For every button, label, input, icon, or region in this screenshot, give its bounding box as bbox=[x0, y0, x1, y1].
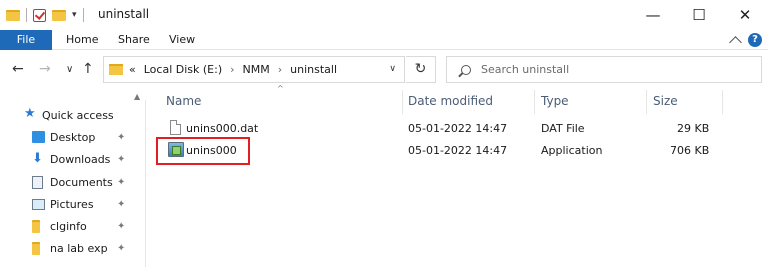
breadcrumb-uninstall[interactable]: uninstall bbox=[290, 63, 337, 76]
scroll-up-icon[interactable]: ▲ bbox=[134, 92, 140, 101]
file-type: Application bbox=[541, 144, 603, 157]
window-title: uninstall bbox=[98, 7, 150, 21]
sidebar-item-label: Pictures bbox=[50, 197, 94, 211]
tab-file[interactable]: File bbox=[0, 30, 52, 50]
pin-icon[interactable]: ✦ bbox=[117, 221, 125, 232]
recent-locations-icon[interactable]: ∨ bbox=[66, 64, 73, 75]
title-bar: ▾ uninstall — ☐ ✕ bbox=[0, 0, 768, 30]
toolbar-divider bbox=[26, 8, 27, 22]
ribbon-tabs: File Home Share View ? bbox=[0, 30, 768, 50]
breadcrumb-separator[interactable]: › bbox=[230, 63, 234, 76]
navigation-bar: ← → ∨ ↑ « Local Disk (E:) › NMM › uninst… bbox=[0, 51, 768, 89]
sidebar-item-documents[interactable]: Documents ✦ bbox=[0, 171, 140, 193]
breadcrumb-local-disk[interactable]: Local Disk (E:) bbox=[144, 63, 222, 76]
sidebar-item-clginfo[interactable]: clginfo ✦ bbox=[0, 215, 140, 237]
address-dropdown-icon[interactable]: ∨ bbox=[389, 64, 396, 74]
table-row[interactable]: unins000 05-01-2022 14:47 Application 70… bbox=[160, 140, 760, 162]
refresh-button[interactable]: ↻ bbox=[406, 56, 436, 83]
pin-icon[interactable]: ✦ bbox=[117, 154, 125, 165]
dat-file-icon bbox=[170, 120, 181, 135]
column-header-name[interactable]: Name bbox=[166, 94, 201, 108]
file-name: unins000.dat bbox=[186, 122, 259, 135]
address-bar[interactable]: « Local Disk (E:) › NMM › uninstall ∨ bbox=[103, 56, 405, 83]
ribbon-right-controls: ? bbox=[729, 33, 762, 49]
breadcrumb-overflow[interactable]: « bbox=[129, 63, 136, 76]
download-icon: ⬇ bbox=[32, 151, 43, 166]
sidebar-item-label: na lab exp bbox=[50, 241, 108, 255]
tab-share[interactable]: Share bbox=[118, 30, 150, 50]
column-header-type[interactable]: Type bbox=[541, 94, 569, 108]
sidebar-item-label: Downloads bbox=[50, 152, 111, 166]
table-row[interactable]: unins000.dat 05-01-2022 14:47 DAT File 2… bbox=[160, 118, 760, 140]
file-size: 29 KB bbox=[677, 122, 710, 135]
pictures-icon bbox=[32, 198, 45, 210]
documents-icon bbox=[32, 175, 43, 189]
close-button[interactable]: ✕ bbox=[722, 0, 768, 30]
folder-icon bbox=[109, 64, 123, 75]
sidebar-item-quick-access[interactable]: ★ Quick access bbox=[0, 104, 140, 126]
customize-toolbar-icon[interactable]: ▾ bbox=[72, 10, 77, 20]
quick-access-toolbar: ▾ bbox=[6, 6, 84, 24]
breadcrumb-nmm[interactable]: NMM bbox=[243, 63, 270, 76]
column-header-date-modified[interactable]: Date modified bbox=[408, 94, 493, 108]
folder-icon bbox=[32, 219, 40, 233]
pin-icon[interactable]: ✦ bbox=[117, 177, 125, 188]
column-divider[interactable] bbox=[402, 90, 403, 114]
minimize-button[interactable]: — bbox=[630, 0, 676, 30]
forward-arrow-icon[interactable]: → bbox=[39, 61, 51, 77]
refresh-icon: ↻ bbox=[414, 61, 427, 77]
column-divider[interactable] bbox=[534, 90, 535, 114]
pin-icon[interactable]: ✦ bbox=[117, 243, 125, 254]
file-type: DAT File bbox=[541, 122, 585, 135]
breadcrumb: « Local Disk (E:) › NMM › uninstall bbox=[129, 63, 337, 76]
tab-view[interactable]: View bbox=[169, 30, 195, 50]
back-arrow-icon[interactable]: ← bbox=[12, 61, 24, 77]
sidebar-item-desktop[interactable]: Desktop ✦ bbox=[0, 126, 140, 148]
file-size: 706 KB bbox=[670, 144, 710, 157]
tab-home[interactable]: Home bbox=[66, 30, 98, 50]
window-controls: — ☐ ✕ bbox=[630, 0, 768, 30]
sidebar-item-label: Desktop bbox=[50, 130, 96, 144]
pin-icon[interactable]: ✦ bbox=[117, 199, 125, 210]
sidebar-item-label: clginfo bbox=[50, 219, 87, 233]
navigation-pane: ★ Quick access Desktop ✦ ⬇ Downloads ✦ D… bbox=[0, 100, 146, 267]
folder-icon[interactable] bbox=[6, 9, 20, 21]
properties-icon[interactable] bbox=[33, 8, 46, 22]
search-input[interactable] bbox=[481, 63, 751, 76]
star-icon: ★ bbox=[24, 106, 36, 121]
column-header-size[interactable]: Size bbox=[653, 94, 678, 108]
sort-ascending-icon: ^ bbox=[277, 84, 284, 93]
sidebar-item-na-lab-exp[interactable]: na lab exp ✦ bbox=[0, 237, 140, 259]
file-date: 05-01-2022 14:47 bbox=[408, 144, 508, 157]
new-folder-icon[interactable] bbox=[52, 9, 66, 21]
breadcrumb-separator[interactable]: › bbox=[278, 63, 282, 76]
desktop-icon bbox=[32, 131, 45, 143]
maximize-button[interactable]: ☐ bbox=[676, 0, 722, 30]
help-icon[interactable]: ? bbox=[748, 33, 762, 47]
sidebar-item-label: Quick access bbox=[42, 108, 114, 122]
pin-icon[interactable]: ✦ bbox=[117, 132, 125, 143]
search-box[interactable] bbox=[446, 56, 762, 83]
up-arrow-icon[interactable]: ↑ bbox=[82, 61, 94, 77]
sidebar-item-pictures[interactable]: Pictures ✦ bbox=[0, 193, 140, 215]
collapse-ribbon-icon[interactable] bbox=[729, 35, 742, 49]
search-icon bbox=[461, 64, 471, 75]
toolbar-divider bbox=[82, 8, 84, 22]
sidebar-item-downloads[interactable]: ⬇ Downloads ✦ bbox=[0, 148, 140, 170]
column-divider[interactable] bbox=[722, 90, 723, 114]
file-list: ^ Name Date modified Type Size unins000.… bbox=[146, 84, 768, 267]
sidebar-item-label: Documents bbox=[50, 175, 113, 189]
column-divider[interactable] bbox=[646, 90, 647, 114]
highlight-box bbox=[156, 137, 250, 165]
folder-icon bbox=[32, 241, 40, 255]
file-date: 05-01-2022 14:47 bbox=[408, 122, 508, 135]
